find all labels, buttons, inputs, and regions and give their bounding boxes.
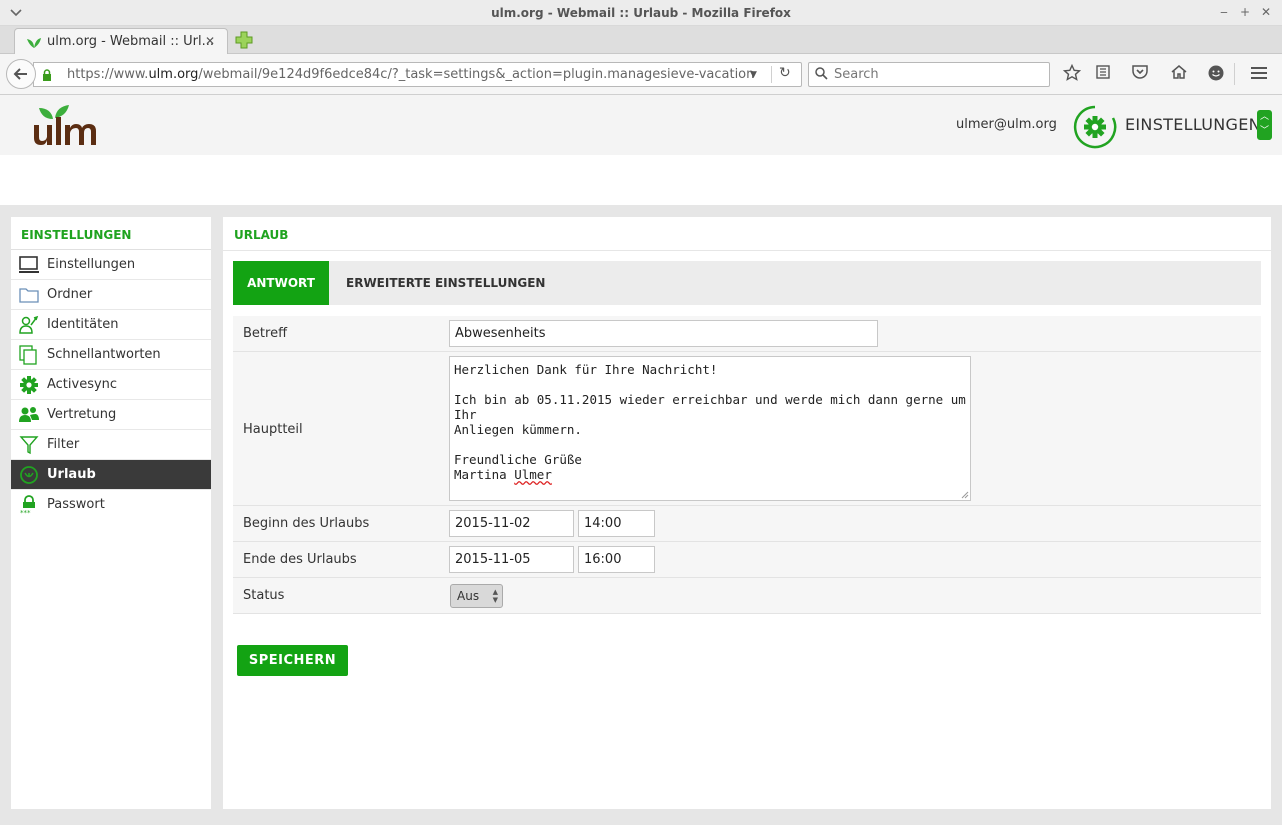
status-label: Status xyxy=(243,588,285,603)
sidebar-item-label: Ordner xyxy=(47,287,93,302)
hamburger-menu-icon[interactable] xyxy=(1248,64,1270,86)
ulm-favicon-icon xyxy=(27,38,41,48)
identity-icon xyxy=(19,315,39,334)
monitor-icon xyxy=(19,256,39,273)
search-input[interactable]: Search xyxy=(808,62,1050,87)
sidebar-heading: EINSTELLUNGEN xyxy=(11,217,211,250)
sidebar-item-label: Activesync xyxy=(47,377,118,392)
vacation-icon xyxy=(20,466,38,484)
url-history-dropdown-icon[interactable]: ▼ xyxy=(750,70,757,80)
body-label: Hauptteil xyxy=(243,422,303,437)
sidebar-item-label: Filter xyxy=(47,437,80,452)
subject-input[interactable]: Abwesenheits xyxy=(449,320,878,347)
sidebar-item-identitaeten[interactable]: Identitäten xyxy=(11,310,211,340)
window-title: ulm.org - Webmail :: Urlaub - Mozilla Fi… xyxy=(491,6,791,20)
url-separator xyxy=(771,66,772,83)
navigation-toolbar: https://www.ulm.org/webmail/9e124d9f6edc… xyxy=(0,54,1282,95)
sidebar-item-einstellungen[interactable]: Einstellungen xyxy=(11,250,211,280)
select-arrows-icon: ▲ ▼ xyxy=(492,588,498,604)
sidebar-item-activesync[interactable]: Activesync xyxy=(11,370,211,400)
body-textarea[interactable]: Herzlichen Dank für Ihre Nachricht! Ich … xyxy=(449,356,971,501)
end-label: Ende des Urlaubs xyxy=(243,552,357,567)
tab-close-icon[interactable]: ✕ xyxy=(205,34,215,48)
start-time-input[interactable]: 14:00 xyxy=(578,510,655,537)
save-button[interactable]: SPEICHERN xyxy=(237,645,348,676)
vacation-form: Betreff Abwesenheits Hauptteil Herzliche… xyxy=(233,316,1261,614)
chevron-up-icon: ︿ xyxy=(1259,112,1269,122)
sidebar-item-ordner[interactable]: Ordner xyxy=(11,280,211,310)
sidebar-item-label: Vertretung xyxy=(47,407,117,422)
sidebar-item-label: Passwort xyxy=(47,497,105,512)
section-title: EINSTELLUNGEN xyxy=(1125,115,1261,134)
ulm-logo[interactable] xyxy=(30,103,105,149)
sidebar-item-label: Einstellungen xyxy=(47,257,136,272)
settings-sidebar: EINSTELLUNGEN Einstellungen Ordner Ident… xyxy=(11,217,211,809)
subject-row: Betreff Abwesenheits xyxy=(233,316,1261,352)
end-row: Ende des Urlaubs 2015-11-05 16:00 xyxy=(233,542,1261,578)
toolbar-separator xyxy=(1234,63,1235,85)
minimize-button[interactable]: ‒ xyxy=(1216,4,1232,20)
back-arrow-icon xyxy=(13,68,27,80)
sidebar-item-label: Urlaub xyxy=(47,467,96,482)
chevron-down-icon: ﹀ xyxy=(1259,126,1269,136)
users-icon xyxy=(19,407,39,422)
svg-text:***: *** xyxy=(20,509,31,515)
hello-chat-icon[interactable] xyxy=(1205,64,1227,86)
header-spacer xyxy=(0,155,1282,205)
sidebar-item-schnellantworten[interactable]: Schnellantworten xyxy=(11,340,211,370)
app-header: ulmer@ulm.org EINSTELLUNGEN ︿ ﹀ xyxy=(0,95,1282,155)
sidebar-item-label: Schnellantworten xyxy=(47,347,161,362)
sidebar-item-label: Identitäten xyxy=(47,317,119,332)
status-row: Status Aus ▲ ▼ xyxy=(233,578,1261,614)
responses-icon xyxy=(19,345,37,365)
status-select-value: Aus xyxy=(457,589,480,603)
pocket-icon[interactable] xyxy=(1129,64,1151,86)
settings-gear-icon[interactable] xyxy=(1073,105,1117,149)
start-row: Beginn des Urlaubs 2015-11-02 14:00 xyxy=(233,506,1261,542)
user-email[interactable]: ulmer@ulm.org xyxy=(956,117,1057,132)
new-tab-icon[interactable] xyxy=(235,31,253,49)
home-icon[interactable] xyxy=(1168,64,1190,86)
search-placeholder: Search xyxy=(834,67,879,82)
url-text: https://www.ulm.org/webmail/9e124d9f6edc… xyxy=(67,67,755,82)
back-button[interactable] xyxy=(6,59,36,89)
folder-icon xyxy=(19,288,39,303)
filter-icon xyxy=(19,436,39,455)
window-titlebar: ulm.org - Webmail :: Urlaub - Mozilla Fi… xyxy=(0,0,1282,26)
secure-lock-icon xyxy=(43,69,51,81)
vacation-panel: URLAUB ANTWORT ERWEITERTE EINSTELLUNGEN … xyxy=(223,217,1271,809)
reading-list-icon[interactable] xyxy=(1092,64,1114,86)
status-select[interactable]: Aus ▲ ▼ xyxy=(450,584,503,608)
gear-icon xyxy=(20,376,38,394)
vacation-tabs: ANTWORT ERWEITERTE EINSTELLUNGEN xyxy=(233,261,1261,305)
section-switcher[interactable]: ︿ ﹀ xyxy=(1257,110,1272,140)
end-time-input[interactable]: 16:00 xyxy=(578,546,655,573)
bookmark-star-icon[interactable] xyxy=(1061,63,1083,86)
start-date-input[interactable]: 2015-11-02 xyxy=(449,510,574,537)
end-date-input[interactable]: 2015-11-05 xyxy=(449,546,574,573)
maximize-button[interactable]: + xyxy=(1237,4,1253,20)
tab-title: ulm.org - Webmail :: Url... xyxy=(47,34,215,49)
sidebar-item-passwort[interactable]: *** Passwort xyxy=(11,490,211,520)
close-window-button[interactable]: ✕ xyxy=(1258,4,1274,20)
lock-icon: *** xyxy=(20,495,35,515)
search-icon xyxy=(815,67,828,84)
subject-label: Betreff xyxy=(243,326,288,341)
body-row: Hauptteil Herzlichen Dank für Ihre Nachr… xyxy=(233,352,1261,506)
url-bar[interactable]: https://www.ulm.org/webmail/9e124d9f6edc… xyxy=(33,62,802,87)
tab-erweiterte-einstellungen[interactable]: ERWEITERTE EINSTELLUNGEN xyxy=(346,261,545,305)
tab-antwort[interactable]: ANTWORT xyxy=(233,261,329,305)
panel-heading: URLAUB xyxy=(223,217,1271,251)
sidebar-item-filter[interactable]: Filter xyxy=(11,430,211,460)
resize-grip-icon[interactable] xyxy=(959,489,969,499)
sidebar-item-vertretung[interactable]: Vertretung xyxy=(11,400,211,430)
reload-icon[interactable]: ↻ xyxy=(779,65,791,81)
tab-strip: ulm.org - Webmail :: Url... ✕ xyxy=(0,26,1282,55)
browser-tab[interactable]: ulm.org - Webmail :: Url... ✕ xyxy=(14,28,228,55)
sidebar-item-urlaub[interactable]: Urlaub xyxy=(11,460,211,490)
start-label: Beginn des Urlaubs xyxy=(243,516,370,531)
